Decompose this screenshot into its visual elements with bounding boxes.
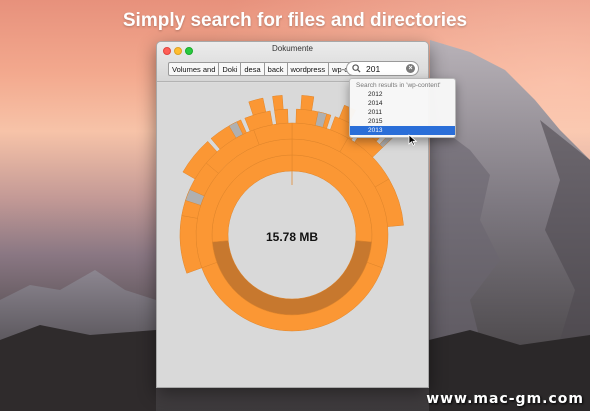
watermark-text: www.mac-gm.com bbox=[426, 391, 584, 407]
search-result-item-selected[interactable]: 2013 bbox=[350, 126, 455, 135]
search-field[interactable]: 201 × bbox=[346, 61, 419, 76]
breadcrumb-item[interactable]: Doki bbox=[219, 63, 242, 75]
clear-search-icon[interactable]: × bbox=[406, 64, 415, 73]
headline: Simply search for files and directories bbox=[122, 10, 468, 31]
search-result-item[interactable]: 2011 bbox=[350, 108, 455, 117]
breadcrumb-item[interactable]: desa bbox=[241, 63, 265, 75]
sunburst-segment[interactable] bbox=[272, 95, 284, 111]
search-result-item[interactable]: 2015 bbox=[350, 117, 455, 126]
window-title: Dokumente bbox=[272, 44, 313, 53]
breadcrumb-item[interactable]: Volumes and bbox=[169, 63, 220, 75]
search-result-item[interactable]: 2014 bbox=[350, 99, 455, 108]
search-icon bbox=[350, 62, 363, 75]
search-results-dropdown: Search results in 'wp-content' 2012 2014… bbox=[349, 78, 456, 138]
total-size-label: 15.78 MB bbox=[266, 230, 318, 244]
dropdown-header: Search results in 'wp-content' bbox=[356, 82, 441, 89]
mouse-cursor-icon bbox=[408, 134, 418, 146]
breadcrumb-item[interactable]: back bbox=[265, 63, 288, 75]
sunburst-segment[interactable] bbox=[274, 108, 289, 125]
search-input[interactable]: 201 bbox=[366, 64, 406, 74]
path-bar: Volumes and Doki desa back wordpress wp-… bbox=[168, 62, 356, 76]
sunburst-segment[interactable] bbox=[300, 95, 315, 111]
search-result-item[interactable]: 2012 bbox=[350, 90, 455, 99]
breadcrumb-item[interactable]: wordpress bbox=[288, 63, 330, 75]
